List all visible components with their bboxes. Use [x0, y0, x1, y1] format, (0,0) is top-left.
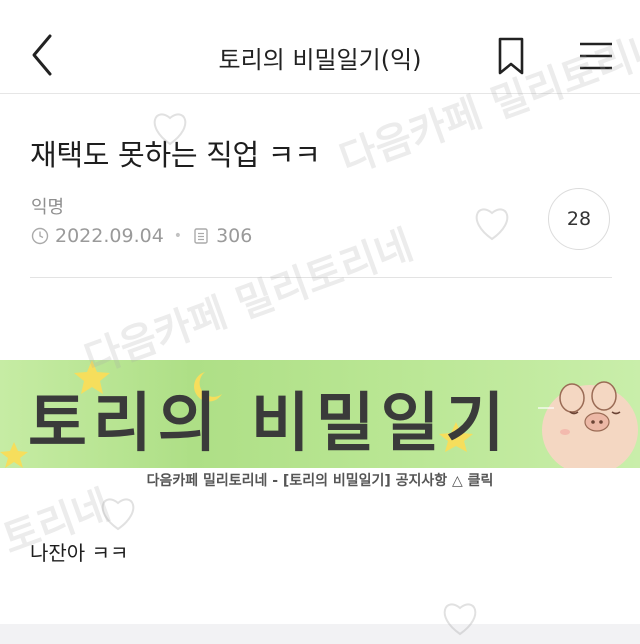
- bottom-separator: [0, 624, 640, 644]
- watermark-heart-icon: [101, 498, 135, 531]
- bookmark-icon[interactable]: [496, 36, 526, 76]
- banner-text: 토리의 비밀일기: [28, 387, 511, 461]
- post-body-text: 나잔아 ㅋㅋ: [30, 541, 129, 565]
- banner-caption[interactable]: 다음카페 밀리토리네 - [토리의 비밀일기] 공지사항 △ 클릭: [0, 470, 640, 490]
- comment-count-button[interactable]: 28: [548, 188, 610, 250]
- post-title: 재택도 못하는 직업 ㅋㅋ: [30, 138, 321, 172]
- cafe-banner-image[interactable]: 토리의 비밀일기: [0, 360, 640, 468]
- post-views: 306: [216, 225, 253, 247]
- views-document-icon: [194, 228, 208, 244]
- top-navigation-bar: 토리의 비밀일기(익): [0, 0, 640, 94]
- hamburger-menu-icon[interactable]: [578, 40, 614, 72]
- post-date: 2022.09.04: [55, 225, 164, 247]
- post-author: 익명: [31, 197, 65, 218]
- watermark-heart-icon: [475, 208, 509, 241]
- divider: [30, 277, 612, 278]
- post-meta: 2022.09.04 • 306: [31, 225, 252, 247]
- cafe-board-title: 토리의 비밀일기(익): [218, 46, 422, 74]
- clock-icon: [31, 227, 49, 245]
- separator-dot: •: [173, 228, 183, 244]
